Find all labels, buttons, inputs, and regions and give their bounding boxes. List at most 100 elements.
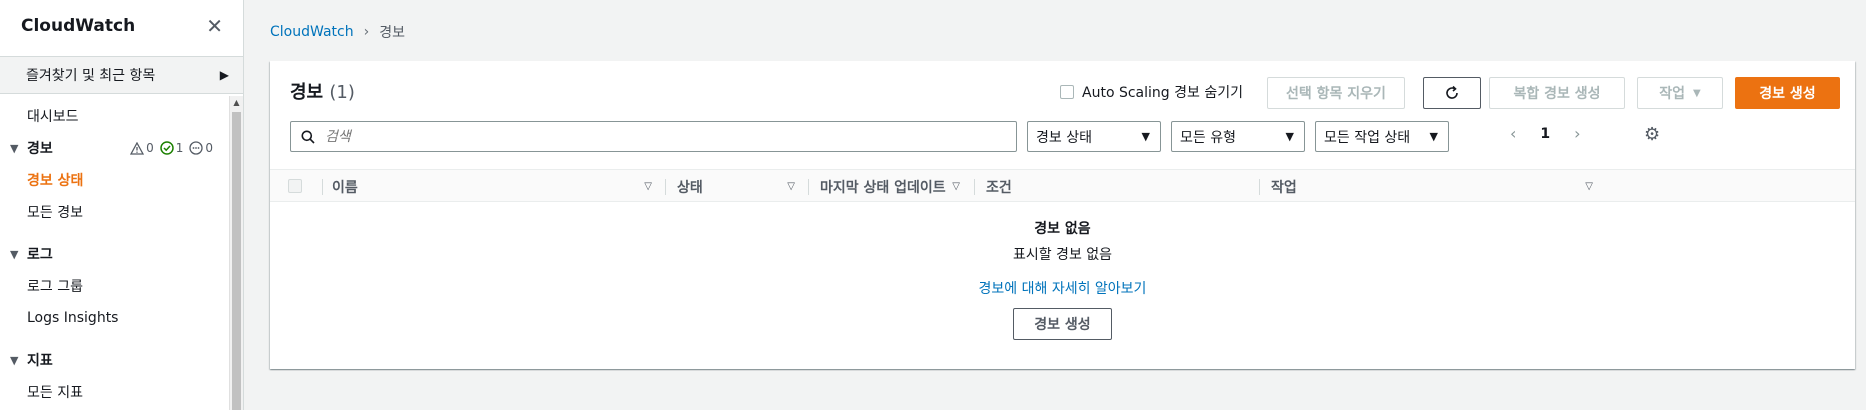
empty-description: 표시할 경보 없음	[1012, 247, 1113, 263]
action-state-filter[interactable]: 모든 작업 상태 ▼	[1315, 121, 1449, 152]
insufficient-count[interactable]: 0	[189, 141, 213, 155]
sidebar-item-logs-insights[interactable]: Logs Insights	[0, 302, 229, 334]
chevron-right-icon: ›	[363, 24, 370, 40]
scrollbar-thumb[interactable]	[232, 112, 241, 410]
insufficient-count-value: 0	[205, 141, 213, 155]
chevron-left-icon[interactable]: ‹	[1510, 124, 1516, 143]
caret-down-icon: ▼	[10, 353, 19, 367]
select-value: 경보 상태	[1036, 129, 1092, 146]
hide-autoscaling-toggle[interactable]: Auto Scaling 경보 숨기기	[1060, 82, 1243, 102]
warning-icon	[130, 141, 145, 155]
panel-title-text: 경보	[290, 82, 324, 103]
alarm-counts: 0 1 0	[130, 141, 229, 155]
sort-icon: ▽	[952, 181, 960, 192]
caret-down-icon: ▼	[10, 247, 19, 261]
sidebar-item-label: 경보 상태	[27, 173, 84, 189]
learn-more-link[interactable]: 경보에 대해 자세히 알아보기	[270, 278, 1855, 298]
sort-icon: ▽	[644, 181, 652, 192]
sidebar-section-logs[interactable]: ▼ 로그	[0, 238, 229, 270]
check-circle-icon	[159, 141, 174, 155]
favorites-label: 즐겨찾기 및 최근 항목	[26, 68, 156, 84]
column-label: 마지막 상태 업데이트	[820, 179, 946, 196]
column-label: 작업	[1271, 179, 1297, 196]
caret-down-icon: ▼	[1429, 130, 1438, 143]
caret-down-icon: ▼	[10, 141, 19, 155]
caret-down-icon: ▼	[1141, 130, 1150, 143]
sidebar-item-dashboard[interactable]: 대시보드	[0, 100, 229, 132]
caret-right-icon: ▶	[219, 68, 229, 82]
hide-autoscaling-checkbox[interactable]	[1060, 85, 1074, 99]
sort-icon: ▽	[1585, 181, 1593, 192]
sidebar-item-log-groups[interactable]: 로그 그룹	[0, 270, 229, 302]
sidebar-item-all-alarms[interactable]: 모든 경보	[0, 196, 229, 228]
empty-title: 경보 없음	[1034, 221, 1091, 237]
ok-count-value: 1	[175, 141, 184, 155]
alarm-count[interactable]: 0	[130, 141, 154, 155]
column-name[interactable]: 이름 ▽	[332, 170, 662, 203]
section-label: 로그	[27, 247, 53, 263]
column-actions[interactable]: 작업 ▽	[1271, 170, 1603, 203]
favorites-toggle[interactable]: 즐겨찾기 및 최근 항목 ▶	[0, 56, 243, 94]
ok-count[interactable]: 1	[159, 141, 184, 155]
breadcrumb-root[interactable]: CloudWatch	[270, 24, 354, 40]
sidebar: CloudWatch ✕ 즐겨찾기 및 최근 항목 ▶ 대시보드 ▼ 경보 0 …	[0, 0, 244, 410]
column-last-update[interactable]: 마지막 상태 업데이트 ▽	[820, 170, 970, 203]
refresh-button[interactable]	[1423, 77, 1481, 109]
panel-title: 경보 (1)	[290, 78, 355, 104]
select-value: 모든 유형	[1180, 129, 1236, 146]
sidebar-item-label: 모든 경보	[27, 205, 83, 221]
sort-icon: ▽	[787, 181, 795, 192]
sidebar-section-alarms[interactable]: ▼ 경보 0 1 0	[0, 132, 229, 164]
column-divider	[322, 179, 323, 195]
scroll-up-icon[interactable]: ▲	[230, 96, 243, 110]
clear-selection-button[interactable]: 선택 항목 지우기	[1267, 77, 1405, 109]
column-conditions: 조건	[986, 170, 1256, 203]
gear-icon[interactable]: ⚙	[1644, 124, 1660, 145]
button-label: 경보 생성	[1034, 317, 1091, 333]
column-state[interactable]: 상태 ▽	[677, 170, 805, 203]
close-icon[interactable]: ✕	[206, 14, 223, 38]
sidebar-header: CloudWatch ✕	[0, 0, 243, 52]
sidebar-item-label: 대시보드	[27, 109, 79, 125]
alarm-state-filter[interactable]: 경보 상태 ▼	[1027, 121, 1161, 152]
page-number[interactable]: 1	[1540, 126, 1550, 142]
column-label: 상태	[677, 179, 703, 196]
refresh-icon	[1446, 85, 1458, 99]
select-value: 모든 작업 상태	[1324, 129, 1411, 146]
sidebar-section-metrics[interactable]: ▼ 지표	[0, 344, 229, 376]
section-label: 경보	[27, 141, 53, 157]
breadcrumb-current: 경보	[379, 25, 405, 41]
button-label: 경보 생성	[1759, 86, 1816, 102]
table-header: 이름 ▽ 상태 ▽ 마지막 상태 업데이트 ▽ 조건 작업 ▽	[270, 169, 1855, 202]
alarm-count-badge: (1)	[329, 82, 355, 103]
sidebar-title: CloudWatch	[21, 16, 136, 36]
column-divider	[808, 179, 809, 195]
create-composite-button[interactable]: 복합 경보 생성	[1489, 77, 1625, 109]
column-divider	[665, 179, 666, 195]
actions-dropdown[interactable]: 작업 ▼	[1637, 77, 1723, 109]
sidebar-nav: 대시보드 ▼ 경보 0 1 0 경보 상태 모든 경보 ▼ 로그 로그 그룹 L…	[0, 96, 229, 410]
hide-autoscaling-label: Auto Scaling 경보 숨기기	[1082, 85, 1243, 101]
sidebar-item-alarm-state[interactable]: 경보 상태	[0, 164, 229, 196]
create-alarm-button[interactable]: 경보 생성	[1735, 77, 1840, 109]
button-label: 작업	[1659, 86, 1686, 102]
caret-down-icon: ▼	[1693, 87, 1701, 99]
empty-state: 경보 없음 표시할 경보 없음 경보에 대해 자세히 알아보기 경보 생성	[270, 202, 1855, 340]
chevron-right-icon[interactable]: ›	[1574, 124, 1580, 143]
sidebar-item-label: Logs Insights	[27, 310, 119, 326]
sidebar-item-label: 로그 그룹	[27, 279, 83, 295]
column-label: 조건	[986, 179, 1012, 196]
empty-create-alarm-button[interactable]: 경보 생성	[1013, 308, 1112, 340]
column-divider	[974, 179, 975, 195]
type-filter[interactable]: 모든 유형 ▼	[1171, 121, 1305, 152]
alarm-count-value: 0	[146, 141, 154, 155]
search-field[interactable]	[290, 121, 1017, 152]
button-label: 선택 항목 지우기	[1286, 86, 1386, 102]
column-label: 이름	[332, 179, 358, 196]
select-all-checkbox[interactable]	[288, 179, 302, 193]
sidebar-item-label: 모든 지표	[27, 385, 83, 401]
search-input[interactable]	[325, 128, 925, 145]
sidebar-item-all-metrics[interactable]: 모든 지표	[0, 376, 229, 408]
caret-down-icon: ▼	[1285, 130, 1294, 143]
sidebar-scrollbar[interactable]: ▲	[229, 96, 243, 410]
